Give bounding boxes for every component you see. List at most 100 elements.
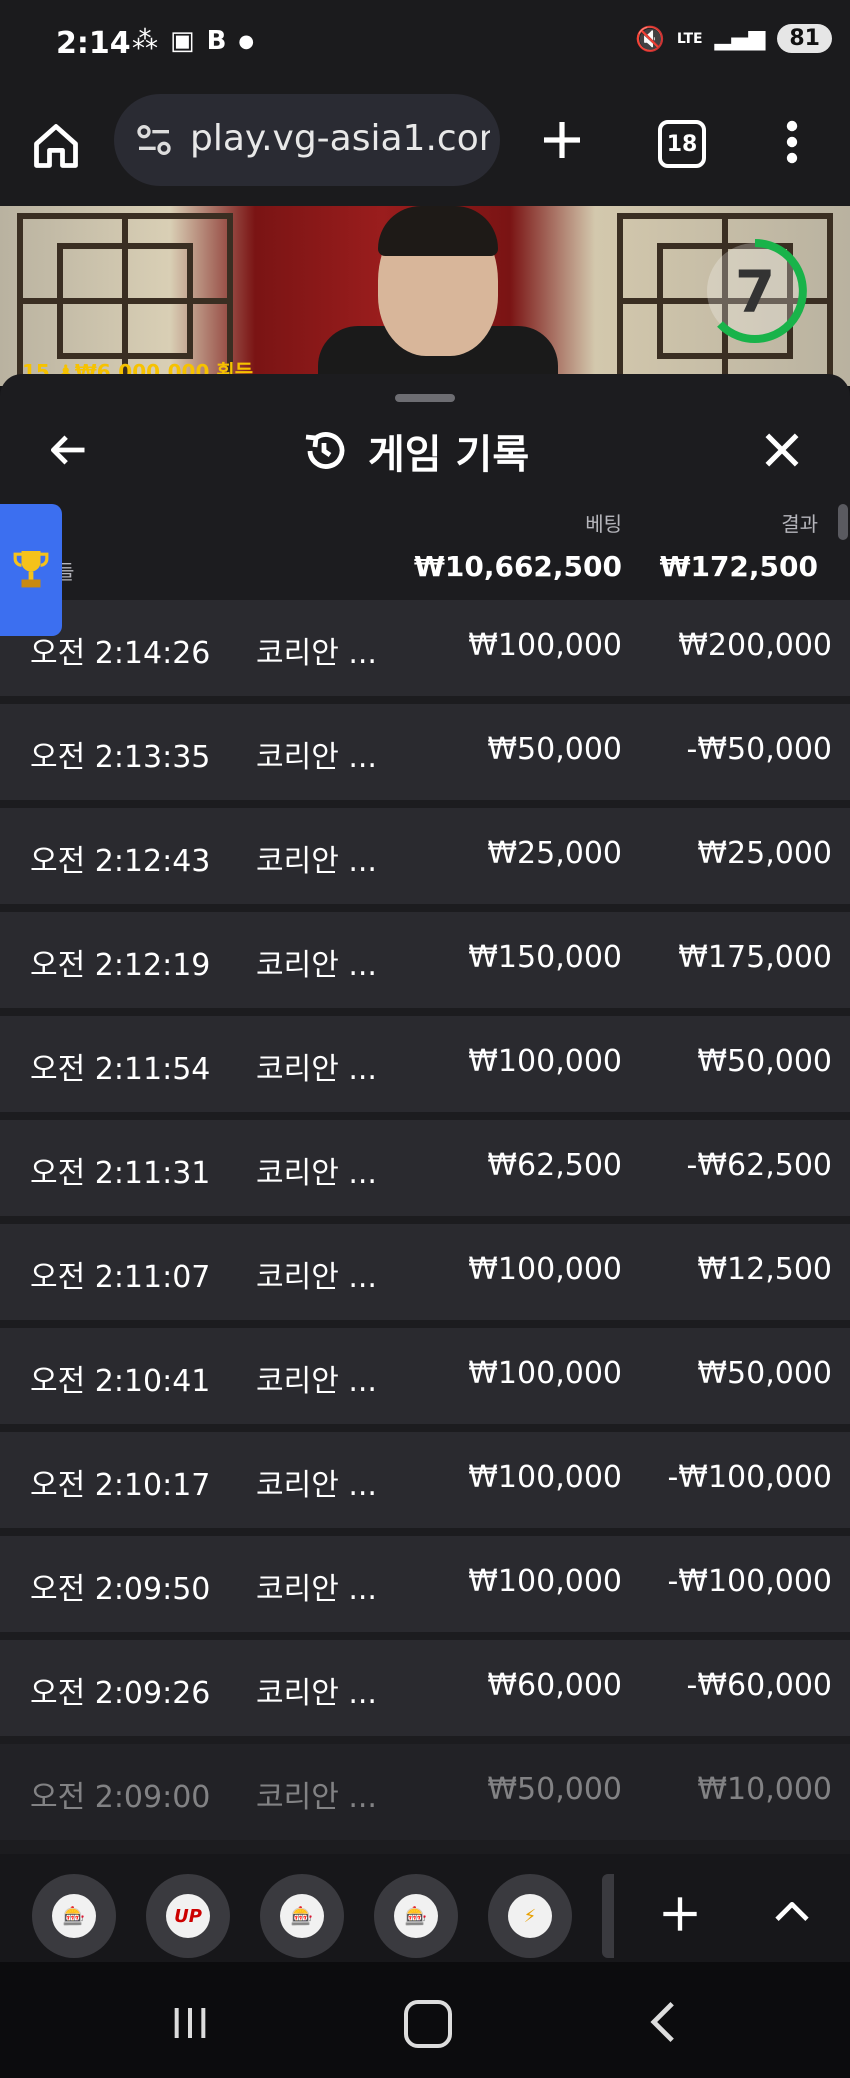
url-text[interactable]: play.vg-asia1.com (190, 118, 490, 159)
game-chip-slot-3[interactable]: 🎰 (374, 1874, 458, 1958)
history-row[interactable]: 오전 2:12:43 코리안 ... ₩25,000 ₩25,000 (0, 808, 850, 904)
row-result: ₩175,000 (678, 940, 832, 975)
row-bet: ₩100,000 (468, 1460, 622, 1495)
tab-switcher-button[interactable]: 18 (658, 120, 706, 168)
row-game: 코리안 ... (256, 844, 377, 879)
status-bar: 2:14 ⁂ ▣ B ● 🔇 LTE ▂▄▆ 81 (0, 0, 850, 90)
close-icon[interactable] (760, 428, 804, 472)
row-time: 오전 2:10:17 (30, 1468, 211, 1503)
row-result: ₩25,000 (697, 836, 832, 871)
row-time: 오전 2:11:54 (30, 1052, 211, 1087)
history-row[interactable]: 오전 2:10:41 코리안 ... ₩100,000 ₩50,000 (0, 1328, 850, 1424)
site-settings-icon[interactable] (134, 120, 174, 160)
row-bet: ₩100,000 (468, 1252, 622, 1287)
history-row[interactable]: 오전 2:11:07 코리안 ... ₩100,000 ₩12,500 (0, 1224, 850, 1320)
game-chip-slot-1[interactable]: 🎰 (32, 1874, 116, 1958)
row-time: 오전 2:09:50 (30, 1572, 211, 1607)
game-chip-up[interactable]: UP (146, 1874, 230, 1958)
history-list: 오전 2:14:26 코리안 ... ₩100,000 ₩200,000 오전 2:1… (0, 600, 850, 1848)
row-time: 오전 2:11:31 (30, 1156, 211, 1191)
row-game: 코리안 ... (256, 1572, 377, 1607)
history-row[interactable]: 오전 2:14:26 코리안 ... ₩100,000 ₩200,000 (0, 600, 850, 696)
row-result: -₩100,000 (667, 1564, 832, 1599)
home-icon[interactable] (30, 120, 82, 172)
row-time: 오전 2:13:35 (30, 740, 211, 775)
leaderboard-tab[interactable] (0, 504, 62, 636)
add-game-icon[interactable] (660, 1894, 700, 1934)
history-icon (305, 432, 345, 469)
browser-toolbar: play.vg-asia1.com 18 (0, 90, 850, 206)
chevron-up-icon[interactable] (772, 1896, 812, 1926)
row-time: 오전 2:11:07 (30, 1260, 211, 1295)
slot-machine-icon: 🎰 (394, 1894, 438, 1938)
recent-apps-icon[interactable] (170, 2004, 210, 2042)
slot-machine-icon: 🎰 (52, 1894, 96, 1938)
history-row[interactable]: 오전 2:11:54 코리안 ... ₩100,000 ₩50,000 (0, 1016, 850, 1112)
b-app-icon: B (206, 26, 227, 56)
row-time: 오전 2:12:43 (30, 844, 211, 879)
row-game: 코리안 ... (256, 636, 377, 671)
up-game-icon: UP (166, 1894, 210, 1938)
result-column-header: 결과 (781, 512, 818, 536)
dot-icon: ● (238, 30, 255, 52)
row-bet: ₩25,000 (487, 836, 622, 871)
back-nav-icon[interactable] (648, 2000, 678, 2044)
new-tab-icon[interactable] (538, 116, 586, 164)
screenshot-icon: ▣ (170, 26, 195, 56)
sheet-header: 게임 기록 (300, 422, 529, 480)
row-bet: ₩150,000 (468, 940, 622, 975)
notification-icons: ⁂ ▣ B ● (132, 26, 254, 56)
system-nav-bar (0, 1962, 850, 2078)
row-game: 코리안 ... (256, 1156, 377, 1191)
total-result: ₩172,500 (659, 550, 818, 583)
row-time: 오전 2:09:26 (30, 1676, 211, 1711)
row-game: 코리안 ... (256, 1052, 377, 1087)
home-nav-icon[interactable] (404, 2000, 452, 2048)
history-row[interactable]: 오전 2:09:26 코리안 ... ₩60,000 -₩60,000 (0, 1640, 850, 1736)
history-row[interactable]: 오전 2:12:19 코리안 ... ₩150,000 ₩175,000 (0, 912, 850, 1008)
row-bet: ₩50,000 (487, 732, 622, 767)
row-game: 코리안 ... (256, 1468, 377, 1503)
network-label: LTE (676, 30, 703, 47)
row-result: ₩50,000 (697, 1356, 832, 1391)
game-chip-lightning[interactable]: ⚡ (488, 1874, 572, 1958)
history-row[interactable]: 오전 2:09:50 코리안 ... ₩100,000 -₩100,000 (0, 1536, 850, 1632)
sheet-title: 게임 기록 (368, 432, 530, 478)
sheet-drag-handle[interactable] (395, 394, 455, 402)
signal-icon: ▂▄▆ (714, 26, 766, 51)
row-bet: ₩60,000 (487, 1668, 622, 1703)
row-time: 오전 2:10:41 (30, 1364, 211, 1399)
row-bet: ₩100,000 (468, 1044, 622, 1079)
row-bet: ₩50,000 (487, 1772, 622, 1807)
battery-badge: 81 (777, 24, 832, 53)
back-arrow-icon[interactable] (46, 428, 90, 472)
row-result: -₩62,500 (686, 1148, 832, 1183)
row-game: 코리안 ... (256, 1364, 377, 1399)
app-notification-icon: ⁂ (132, 26, 158, 56)
scrollbar[interactable] (838, 504, 848, 540)
history-row[interactable]: 오전 2:09:00 코리안 ... ₩50,000 ₩10,000 (0, 1744, 850, 1840)
address-bar[interactable]: play.vg-asia1.com (114, 94, 500, 186)
row-game: 코리안 ... (256, 1260, 377, 1295)
history-row[interactable]: 오전 2:13:35 코리안 ... ₩50,000 -₩50,000 (0, 704, 850, 800)
row-game: 코리안 ... (256, 740, 377, 775)
slot-machine-icon: 🎰 (280, 1894, 324, 1938)
more-menu-icon[interactable] (780, 118, 804, 166)
row-result: ₩12,500 (697, 1252, 832, 1287)
row-result: -₩50,000 (686, 732, 832, 767)
game-chip-partial[interactable] (602, 1874, 614, 1958)
game-chip-slot-2[interactable]: 🎰 (260, 1874, 344, 1958)
row-game: 코리안 ... (256, 948, 377, 983)
bet-column-header: 베팅 (585, 512, 622, 536)
history-row[interactable]: 오전 2:11:31 코리안 ... ₩62,500 -₩62,500 (0, 1120, 850, 1216)
row-result: ₩200,000 (678, 628, 832, 663)
row-game: 코리안 ... (256, 1780, 377, 1815)
dealer-hair (378, 206, 498, 256)
row-result: -₩100,000 (667, 1460, 832, 1495)
row-result: ₩50,000 (697, 1044, 832, 1079)
history-row[interactable]: 오전 2:10:17 코리안 ... ₩100,000 -₩100,000 (0, 1432, 850, 1528)
trophy-icon (13, 551, 49, 588)
row-result: -₩60,000 (686, 1668, 832, 1703)
row-bet: ₩62,500 (487, 1148, 622, 1183)
system-status: 🔇 LTE ▂▄▆ 81 (635, 24, 832, 53)
